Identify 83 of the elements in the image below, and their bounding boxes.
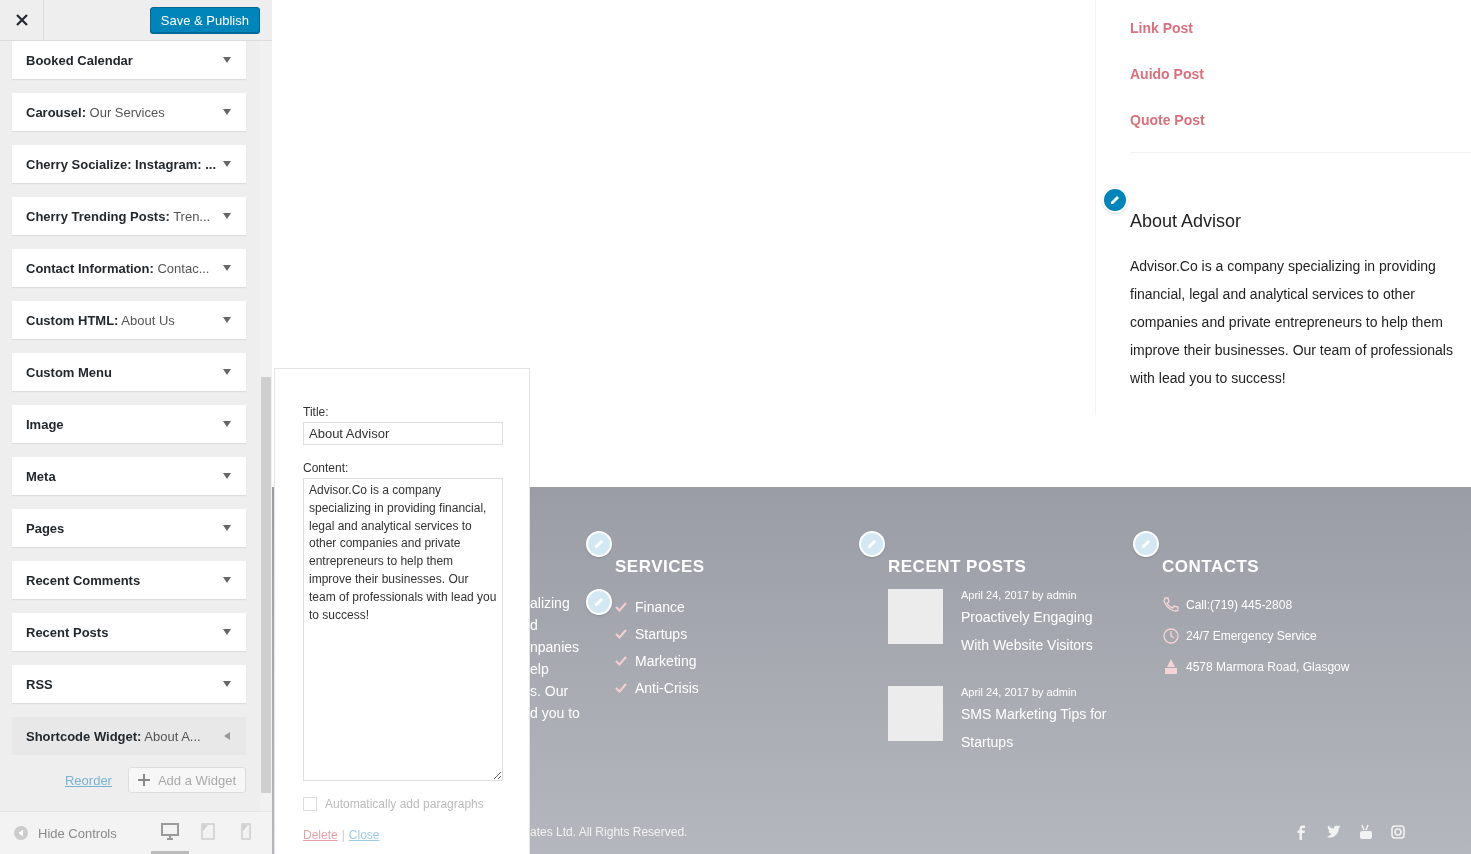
widget-item[interactable]: Recent Comments: [12, 561, 246, 599]
contact-text: Call:(719) 445-2808: [1186, 597, 1293, 612]
caret-down-icon: [222, 315, 232, 325]
post-meta: April 24, 2017 by admin: [961, 589, 1078, 601]
caret-down-icon: [222, 55, 232, 65]
section-heading: CONTACTS: [1162, 557, 1261, 578]
widget-title: About Advisor: [1130, 211, 1243, 232]
widget-item[interactable]: Booked Calendar: [12, 41, 246, 79]
content-textarea[interactable]: Advisor.Co is a company specializing in providing financial, legal and analytical services to other companies and private entrepreneurs to help them improve their businesses. Our team of professionals with lead you to success!: [303, 478, 503, 781]
section-heading: SERVICES: [615, 557, 706, 578]
caret-down-icon: [222, 159, 232, 169]
caret-down-icon: [222, 575, 232, 585]
check-icon: [615, 681, 627, 694]
check-icon: [615, 600, 627, 613]
social-link[interactable]: [1390, 824, 1406, 840]
social-link[interactable]: [1358, 824, 1374, 840]
widget-item[interactable]: Custom HTML: About Us: [12, 301, 246, 339]
caret-down-icon: [222, 471, 232, 481]
check-icon: [615, 654, 627, 667]
save-publish-button[interactable]: Save & Publish: [149, 7, 260, 33]
pencil-icon: [592, 537, 606, 551]
widget-item[interactable]: Carousel: Our Services: [12, 93, 246, 131]
title-input-field[interactable]: About Advisor: [303, 422, 503, 445]
text-fragment: elp: [530, 661, 549, 679]
widget-item[interactable]: Image: [12, 405, 246, 443]
bird-icon: [1326, 824, 1342, 840]
copyright-text: ates Ltd. All Rights Reserved.: [530, 825, 688, 839]
edit-pencil-button[interactable]: [1133, 531, 1159, 557]
edit-pencil-button[interactable]: [1102, 187, 1128, 213]
building-icon: [1162, 657, 1180, 676]
widget-item[interactable]: Custom Menu: [12, 353, 246, 391]
text-fragment: d: [530, 617, 538, 635]
text-fragment: s. Our: [530, 683, 569, 701]
widget-item[interactable]: Pages: [12, 509, 246, 547]
contact-text: 4578 Marmora Road, Glasgow: [1186, 659, 1350, 674]
edit-pencil-button[interactable]: [586, 589, 612, 615]
caret-left-icon: [222, 731, 232, 741]
widget-item[interactable]: Shortcode Widget: About A...: [12, 717, 246, 755]
plus-icon: [137, 774, 150, 786]
check-icon: [615, 627, 627, 640]
tablet-icon: [198, 822, 217, 841]
text-fragment: npanies: [530, 639, 580, 657]
section-heading: RECENT POSTS: [888, 557, 1028, 578]
close-icon: [15, 14, 28, 26]
video-icon: [1358, 824, 1374, 840]
monitor-icon: [160, 822, 179, 841]
text-fragment: d you to: [530, 705, 580, 723]
checkbox[interactable]: [303, 797, 317, 811]
pencil-icon: [1139, 537, 1153, 551]
caret-down-icon: [222, 367, 232, 377]
arrow-left-icon: [14, 826, 28, 840]
widget-item[interactable]: Cherry Trending Posts: Tren...: [12, 197, 246, 235]
photo-placeholder: [888, 589, 943, 644]
widget-item[interactable]: Recent Posts: [12, 613, 246, 651]
field-label: Title:: [303, 405, 330, 421]
caret-down-icon: [222, 263, 232, 273]
caret-down-icon: [222, 419, 232, 429]
field-label: Content:: [303, 461, 350, 477]
social-link[interactable]: [1326, 824, 1342, 840]
caret-down-icon: [222, 627, 232, 637]
about-paragraph: Advisor.Co is a company specializing in providing financial, legal and analytical services to other companies and private entrepreneurs to help them improve their businesses. Our team of professionals with lead you to success!: [1130, 257, 1454, 388]
widget-item[interactable]: Cherry Socialize: Instagram: ...: [12, 145, 246, 183]
edit-pencil-button[interactable]: [586, 531, 612, 557]
pencil-icon: [865, 537, 879, 551]
text-fragment: alizing: [530, 595, 570, 613]
camera-icon: [1390, 824, 1406, 840]
widget-item[interactable]: RSS: [12, 665, 246, 703]
clock-icon: [1162, 626, 1180, 645]
caret-down-icon: [222, 523, 232, 533]
caret-down-icon: [222, 679, 232, 689]
pencil-icon: [1108, 193, 1122, 207]
checkbox-label: Automatically add paragraphs: [325, 797, 484, 811]
pencil-icon: [592, 595, 606, 609]
contact-text: 24/7 Emergency Service: [1186, 628, 1317, 643]
widget-item[interactable]: Contact Information: Contac...: [12, 249, 246, 287]
post-meta: April 24, 2017 by admin: [961, 686, 1078, 698]
caret-down-icon: [222, 107, 232, 117]
edit-pencil-button[interactable]: [859, 531, 885, 557]
phone-icon: [1162, 595, 1180, 614]
widget-item[interactable]: Meta: [12, 457, 246, 495]
caret-down-icon: [222, 211, 232, 221]
photo-placeholder: [888, 686, 943, 741]
separator: |: [341, 828, 345, 842]
